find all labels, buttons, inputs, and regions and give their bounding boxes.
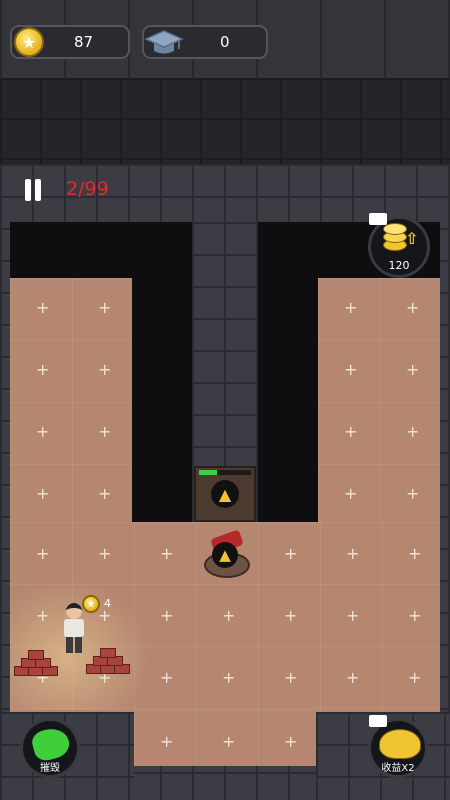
tile-plus-marker[interactable]: + [36,608,49,624]
coin-icon: ★ [82,595,100,613]
scholar-counter: 0 [142,25,268,59]
coin-counter: ★ 87 [10,25,130,59]
left-floor [10,278,132,524]
tile-plus-marker[interactable]: + [222,608,235,624]
tile-plus-marker[interactable]: + [98,486,111,502]
coin-bonus-amount: 120 [388,259,410,272]
tile-plus-marker[interactable]: + [344,424,357,440]
tile-plus-marker[interactable]: + [160,546,173,562]
worker-character[interactable] [60,603,88,655]
tile-plus-marker[interactable]: + [406,300,419,316]
tile-plus-marker[interactable]: + [98,546,111,562]
tile-plus-marker[interactable]: + [284,734,297,750]
turret-upgrade-icon[interactable]: ▲ [212,542,238,568]
tile-plus-marker[interactable]: + [344,486,357,502]
brick-pile-right [86,648,130,678]
coin-bonus-button[interactable]: ⇧ 120 [368,213,430,278]
tile-plus-marker[interactable]: + [98,300,111,316]
tile-plus-marker[interactable]: + [284,670,297,686]
coin-count: 87 [74,33,94,51]
pause-button[interactable] [22,177,44,203]
gate-door[interactable]: ▲ [194,466,256,522]
tile-plus-marker[interactable]: + [284,546,297,562]
tile-plus-marker[interactable]: + [98,424,111,440]
ceiling-band [0,78,450,164]
graduation-cap-icon [144,30,184,54]
tile-plus-marker[interactable]: + [408,670,421,686]
tile-plus-marker[interactable]: + [406,486,419,502]
tile-plus-marker[interactable]: + [408,546,421,562]
cannon-turret[interactable]: ▲ [202,529,250,578]
top-hud-bar: ★ 87 0 [0,0,450,78]
tile-plus-marker[interactable]: + [36,424,49,440]
tile-plus-marker[interactable]: + [160,608,173,624]
tile-plus-marker[interactable]: + [36,300,49,316]
double-income-label: 收益X2 [381,763,415,774]
gate-upgrade-icon[interactable]: ▲ [211,480,239,508]
pause-icon [22,177,44,203]
tile-plus-marker[interactable]: + [160,670,173,686]
tile-plus-marker[interactable]: + [222,734,235,750]
tile-plus-marker[interactable]: + [346,670,359,686]
demolish-icon [29,724,73,764]
tile-plus-marker[interactable]: + [408,608,421,624]
tile-plus-marker[interactable]: + [98,608,111,624]
tile-plus-marker[interactable]: + [346,608,359,624]
worker-coin-count: 4 [104,597,111,610]
video-ad-icon [369,213,387,225]
tile-plus-marker[interactable]: + [406,362,419,378]
tile-plus-marker[interactable]: + [160,734,173,750]
tile-plus-marker[interactable]: + [36,362,49,378]
gate-health-bar [199,470,251,475]
coin-stack-icon: ⇧ [383,223,418,251]
brick-pile-left [14,650,58,680]
tile-plus-marker[interactable]: + [98,362,111,378]
tile-plus-marker[interactable]: + [344,362,357,378]
tile-plus-marker[interactable]: + [284,608,297,624]
tile-plus-marker[interactable]: + [36,486,49,502]
right-floor [318,278,440,524]
video-ad-icon [369,715,387,727]
demolish-label: 摧毁 [40,763,60,774]
tile-plus-marker[interactable]: + [406,424,419,440]
demolish-button[interactable]: 摧毁 [20,718,80,778]
gold-pile-icon [379,729,421,759]
tile-plus-marker[interactable]: + [222,670,235,686]
double-income-button[interactable]: 收益X2 [368,715,428,778]
scholar-count: 0 [220,33,230,51]
tile-plus-marker[interactable]: + [344,300,357,316]
coin-icon: ★ [14,27,44,57]
tile-plus-marker[interactable]: + [36,546,49,562]
tile-plus-marker[interactable]: + [346,546,359,562]
wave-counter: 2/99 [66,178,109,200]
